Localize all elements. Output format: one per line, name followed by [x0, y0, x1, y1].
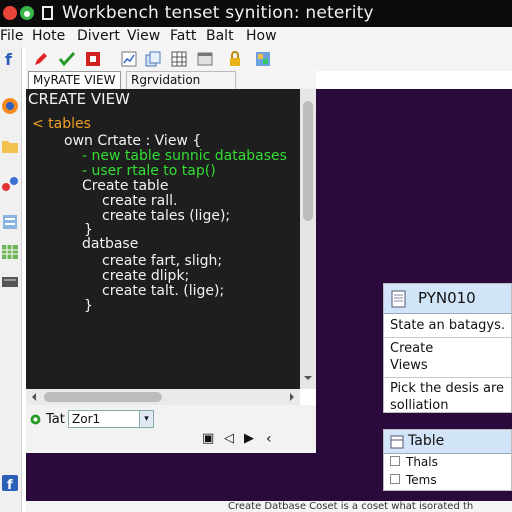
card-row[interactable]: State an batagys.	[384, 314, 511, 338]
menu-balt[interactable]: Balt	[206, 28, 234, 44]
entity-card-pyn010[interactable]: PYN010 State an batagys. Create Views Pi…	[383, 283, 512, 413]
card-row-line: Views	[390, 358, 428, 373]
card-row-line: Pick the desis are	[390, 381, 505, 396]
menu-how[interactable]: How	[246, 28, 277, 44]
maximize-window-icon[interactable]	[20, 6, 34, 20]
card-header: PYN010	[384, 284, 511, 314]
table-icon[interactable]	[196, 50, 214, 68]
database-icon[interactable]	[1, 213, 19, 231]
code-line: - new table sunnic databases	[82, 148, 287, 164]
rewind-icon[interactable]: ◁	[224, 431, 234, 446]
code-line: CREATE VIEW	[28, 90, 130, 108]
card-row-line: solliation	[390, 398, 449, 413]
menu-bar: File Hote Divert View Fatt Balt How	[0, 27, 512, 47]
check-icon[interactable]	[58, 50, 76, 68]
zone-select[interactable]: Zor1 ▾	[68, 410, 154, 428]
card-title: Table	[408, 433, 445, 449]
menu-hote[interactable]: Hote	[32, 28, 65, 44]
toolbar	[26, 47, 512, 71]
card-row[interactable]: Pick the desis are solliation	[384, 378, 511, 416]
card-row-label: Thals	[406, 455, 438, 469]
table-grid-icon[interactable]	[1, 243, 19, 261]
vertical-scrollbar[interactable]	[300, 89, 316, 389]
lock-icon[interactable]	[226, 50, 244, 68]
zone-select-value: Zor1	[72, 412, 101, 426]
scroll-down-icon[interactable]	[303, 373, 313, 383]
code-line: create dlipk;	[102, 268, 190, 284]
code-line: create fart, sligh;	[102, 253, 223, 269]
close-window-icon[interactable]	[3, 6, 17, 20]
code-line: create rall.	[102, 193, 178, 209]
network-icon[interactable]	[1, 175, 19, 193]
document-icon	[42, 6, 53, 20]
code-line: Create table	[82, 178, 169, 194]
code-line: create talt. (lige);	[102, 283, 225, 299]
copy-icon[interactable]	[144, 50, 162, 68]
tab-rgrvidation[interactable]: Rgrvidation	[126, 71, 236, 89]
menu-view[interactable]: View	[127, 28, 160, 44]
stop-icon[interactable]	[84, 50, 102, 68]
drive-icon[interactable]	[1, 272, 19, 290]
svg-text:f: f	[7, 478, 13, 492]
window-title: Workbench tenset synition: neterity	[62, 3, 374, 23]
status-dot-icon	[30, 414, 41, 425]
title-bar: Workbench tenset synition: neterity	[0, 0, 512, 27]
document-icon	[391, 290, 406, 308]
tab-bar: MyRATE VIEW Rgrvidation	[26, 71, 316, 89]
layout-icon[interactable]: ▣	[202, 431, 214, 446]
diagram-canvas-lower[interactable]	[26, 453, 316, 501]
scroll-right-icon[interactable]	[287, 392, 297, 402]
card-header: Table	[384, 430, 511, 454]
card-row[interactable]: Create Views	[384, 338, 511, 378]
folder-icon[interactable]	[1, 137, 19, 155]
bottom-label: Tat	[46, 412, 65, 427]
code-line: datbase	[82, 236, 139, 252]
code-line: - user rtale to tap()	[82, 163, 216, 179]
code-line: }	[84, 298, 93, 314]
status-text: Create Datbase Coset is a coset what iso…	[228, 501, 474, 512]
status-bar: Create Datbase Coset is a coset what iso…	[26, 501, 512, 512]
code-line: < tables	[32, 116, 91, 132]
tab-myrate-view[interactable]: MyRATE VIEW	[28, 71, 121, 89]
chart-icon[interactable]	[120, 50, 138, 68]
card-title: PYN010	[418, 289, 476, 307]
svg-text:f: f	[5, 50, 13, 68]
facebook-icon[interactable]: f	[1, 50, 19, 68]
menu-file[interactable]: File	[0, 28, 23, 44]
bottom-controls: Tat Zor1 ▾ ▣ ◁ ▶ ‹	[26, 405, 316, 453]
scroll-left-icon[interactable]	[29, 392, 39, 402]
horizontal-scrollbar[interactable]	[26, 389, 300, 405]
play-icon[interactable]: ▶	[244, 431, 254, 446]
pencil-icon[interactable]	[32, 50, 50, 68]
table-icon	[390, 435, 404, 449]
code-line: create tales (lige);	[102, 208, 231, 224]
menu-divert[interactable]: Divert	[77, 28, 120, 44]
chevron-down-icon[interactable]: ▾	[139, 411, 153, 427]
card-row[interactable]: Tems	[384, 472, 511, 490]
firefox-icon[interactable]	[1, 97, 19, 115]
menu-fatt[interactable]: Fatt	[170, 28, 196, 44]
scroll-thumb[interactable]	[303, 101, 313, 221]
facebook-bottom-icon[interactable]: f	[1, 474, 19, 492]
code-line: own Crtate : View {	[64, 133, 202, 149]
grid-icon[interactable]	[170, 50, 188, 68]
left-tool-rail: f f	[0, 47, 22, 512]
card-row-label: Tems	[406, 473, 437, 487]
back-icon[interactable]: ‹	[266, 431, 272, 447]
card-row[interactable]: Thals	[384, 454, 511, 472]
entity-card-table[interactable]: Table Thals Tems	[383, 429, 512, 491]
image-icon[interactable]	[254, 50, 272, 68]
checkbox-icon[interactable]	[390, 456, 400, 466]
card-row-line: Create	[390, 341, 434, 356]
checkbox-icon[interactable]	[390, 474, 400, 484]
sql-editor[interactable]: CREATE VIEW < tables own Crtate : View {…	[26, 89, 300, 389]
scroll-thumb[interactable]	[44, 392, 162, 402]
